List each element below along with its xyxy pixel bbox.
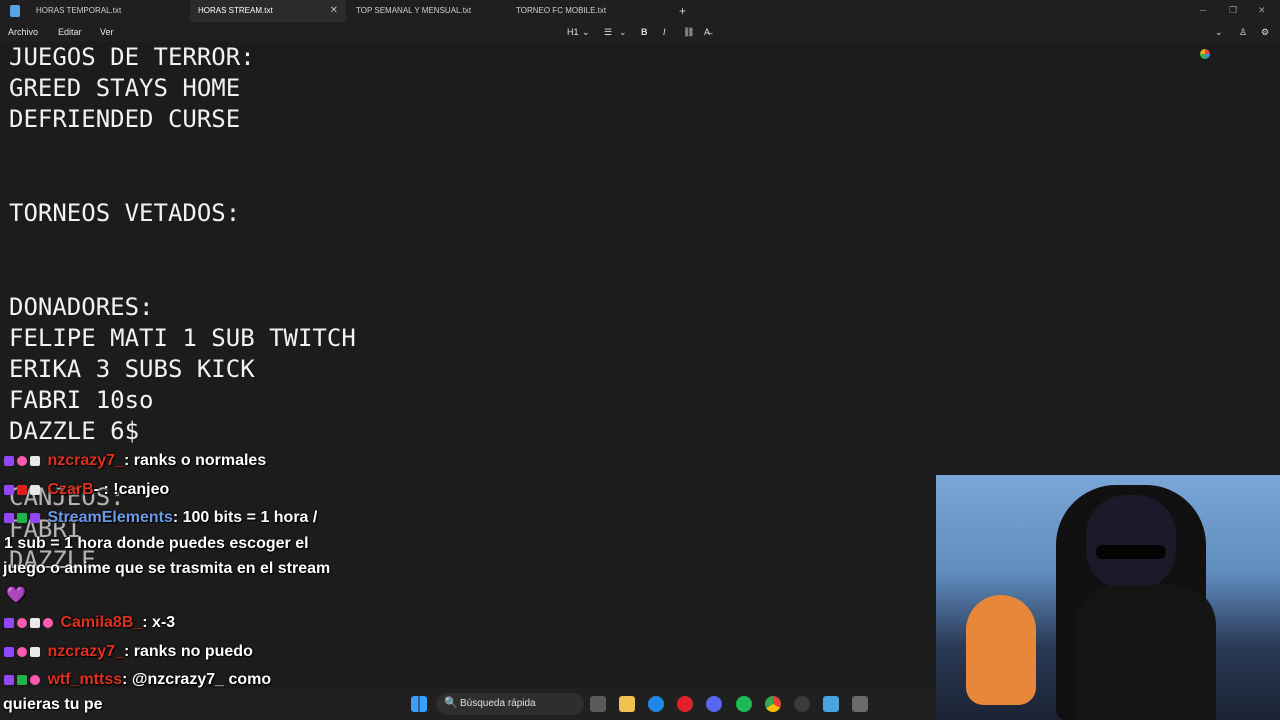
chat-message: Camila8B_: x-3	[4, 614, 175, 632]
chat-text: : x-3	[142, 614, 176, 631]
list-icon[interactable]: ☰	[604, 22, 612, 42]
discord-icon[interactable]	[706, 696, 722, 712]
tab-torneo-fc-mobile[interactable]: TORNEO FC MOBILE.txt	[508, 0, 668, 22]
charmander-plush	[966, 595, 1036, 705]
minimize-icon[interactable]: ─	[1200, 0, 1206, 22]
star-badge-icon	[30, 617, 40, 628]
doc-line: DAZZLE 6$	[9, 417, 140, 445]
obs-icon[interactable]	[794, 696, 810, 712]
menu-view[interactable]: Ver	[100, 22, 114, 42]
doc-line: DEFRIENDED CURSE	[9, 105, 241, 133]
tab-label: HORAS STREAM.txt	[198, 6, 273, 15]
chrome-icon[interactable]	[765, 696, 781, 712]
link-icon[interactable]: ⛓	[683, 22, 694, 42]
youtube-badge-icon	[17, 484, 27, 495]
tab-horas-stream[interactable]: HORAS STREAM.txt ✕	[190, 0, 346, 22]
doc-line: TORNEOS VETADOS:	[9, 199, 241, 227]
new-tab-button[interactable]: +	[679, 0, 686, 22]
doc-line: JUEGOS DE TERROR:	[9, 43, 255, 71]
mute-badge-icon	[30, 455, 40, 466]
edge-icon[interactable]	[648, 696, 664, 712]
check-badge-icon	[17, 512, 27, 523]
search-icon: 🔍	[444, 697, 458, 709]
tab-bar: HORAS TEMPORAL.txt HORAS STREAM.txt ✕ TO…	[0, 0, 1280, 22]
streamer-head	[1086, 495, 1176, 590]
chat-message-continued: juego o anime que se trasmita en el stre…	[3, 560, 331, 577]
twitch-badge-icon	[4, 674, 14, 685]
twitch-badge-icon	[4, 455, 14, 466]
chat-username: nzcrazy7_	[47, 643, 124, 660]
chat-username: nzcrazy7_	[47, 452, 124, 469]
chat-username: CzarB	[47, 481, 94, 498]
chat-message: StreamElements: 100 bits = 1 hora /	[4, 509, 317, 527]
opera-icon[interactable]	[677, 696, 693, 712]
twitch-badge-icon	[4, 512, 14, 523]
close-tab-icon[interactable]: ✕	[330, 0, 338, 22]
maximize-icon[interactable]: ❐	[1229, 0, 1237, 22]
windows-start-icon[interactable]	[411, 696, 427, 712]
heart-badge-icon	[43, 617, 53, 628]
star-badge-icon	[30, 484, 40, 495]
chat-text: : 100 bits = 1 hora /	[172, 509, 318, 526]
gem-badge-icon	[17, 646, 27, 657]
chat-text: - : !canjeo	[93, 481, 170, 498]
chevron-down-icon[interactable]: ⌄	[619, 22, 627, 42]
streamer-torso	[1076, 585, 1216, 720]
gem-badge-icon	[17, 617, 27, 628]
chevron-down-icon[interactable]: ⌄	[582, 22, 590, 42]
heart-badge-icon	[30, 674, 40, 685]
italic-button[interactable]: I	[663, 22, 666, 42]
tab-label: TOP SEMANAL Y MENSUAL.txt	[356, 6, 472, 15]
calculator-icon[interactable]	[852, 696, 868, 712]
chat-message: CzarB- : !canjeo	[4, 481, 169, 499]
menu-file[interactable]: Archivo	[8, 22, 38, 42]
chevron-down-icon[interactable]: ⌄	[1215, 22, 1223, 42]
close-window-icon[interactable]: ✕	[1258, 0, 1266, 22]
doc-line: FELIPE MATI 1 SUB TWITCH	[9, 324, 356, 352]
notepad-taskbar-icon[interactable]	[823, 696, 839, 712]
chat-message: nzcrazy7_: ranks no puedo	[4, 643, 253, 661]
chat-text: : ranks no puedo	[123, 643, 253, 660]
verified-badge-icon	[30, 512, 40, 523]
chat-username: wtf_mttss	[47, 671, 123, 688]
mute-badge-icon	[30, 646, 40, 657]
menu-edit[interactable]: Editar	[58, 22, 82, 42]
twitch-badge-icon	[4, 484, 14, 495]
tab-label: HORAS TEMPORAL.txt	[36, 6, 122, 15]
twitch-badge-icon	[4, 646, 14, 657]
chat-message-continued: quieras tu pe	[3, 696, 103, 713]
task-view-icon[interactable]	[590, 696, 606, 712]
chat-message: nzcrazy7_: ranks o normales	[4, 452, 266, 470]
doc-line: GREED STAYS HOME	[9, 74, 241, 102]
bold-button[interactable]: B	[641, 22, 648, 42]
clear-format-icon[interactable]: A̶	[704, 22, 710, 42]
tab-horas-temporal[interactable]: HORAS TEMPORAL.txt	[28, 0, 190, 22]
spotify-icon[interactable]	[736, 696, 752, 712]
purple-heart-emote: 💜	[6, 587, 26, 604]
doc-line: FABRI 10so	[9, 386, 154, 414]
file-explorer-icon[interactable]	[619, 696, 635, 712]
chat-message: wtf_mttss: @nzcrazy7_ como	[4, 671, 271, 689]
chat-message-continued: 1 sub = 1 hora donde puedes escoger el	[4, 535, 309, 552]
search-placeholder[interactable]: Búsqueda rápida	[460, 693, 536, 715]
account-icon[interactable]: ♙	[1239, 22, 1247, 42]
twitch-badge-icon	[4, 617, 14, 628]
webcam-feed	[936, 475, 1280, 720]
tab-label: TORNEO FC MOBILE.txt	[516, 6, 607, 15]
gem-badge-icon	[17, 455, 27, 466]
doc-line: ERIKA 3 SUBS KICK	[9, 355, 255, 383]
check-badge-icon	[17, 674, 27, 685]
menu-bar: Archivo Editar Ver H1 ⌄ ☰ ⌄ B I ⛓ A̶ ⌄ ♙…	[0, 22, 1280, 59]
settings-gear-icon[interactable]: ⚙	[1261, 22, 1269, 42]
chat-text: : @nzcrazy7_ como	[122, 671, 272, 688]
heading-dropdown[interactable]: H1	[567, 22, 579, 42]
chat-username: StreamElements	[47, 509, 173, 526]
tab-top-semanal[interactable]: TOP SEMANAL Y MENSUAL.txt	[348, 0, 508, 22]
chat-username: Camila8B_	[60, 614, 143, 631]
chat-text: : ranks o normales	[123, 452, 267, 469]
sunglasses	[1096, 545, 1166, 559]
doc-line: DONADORES:	[9, 293, 154, 321]
notepad-icon	[10, 5, 20, 17]
